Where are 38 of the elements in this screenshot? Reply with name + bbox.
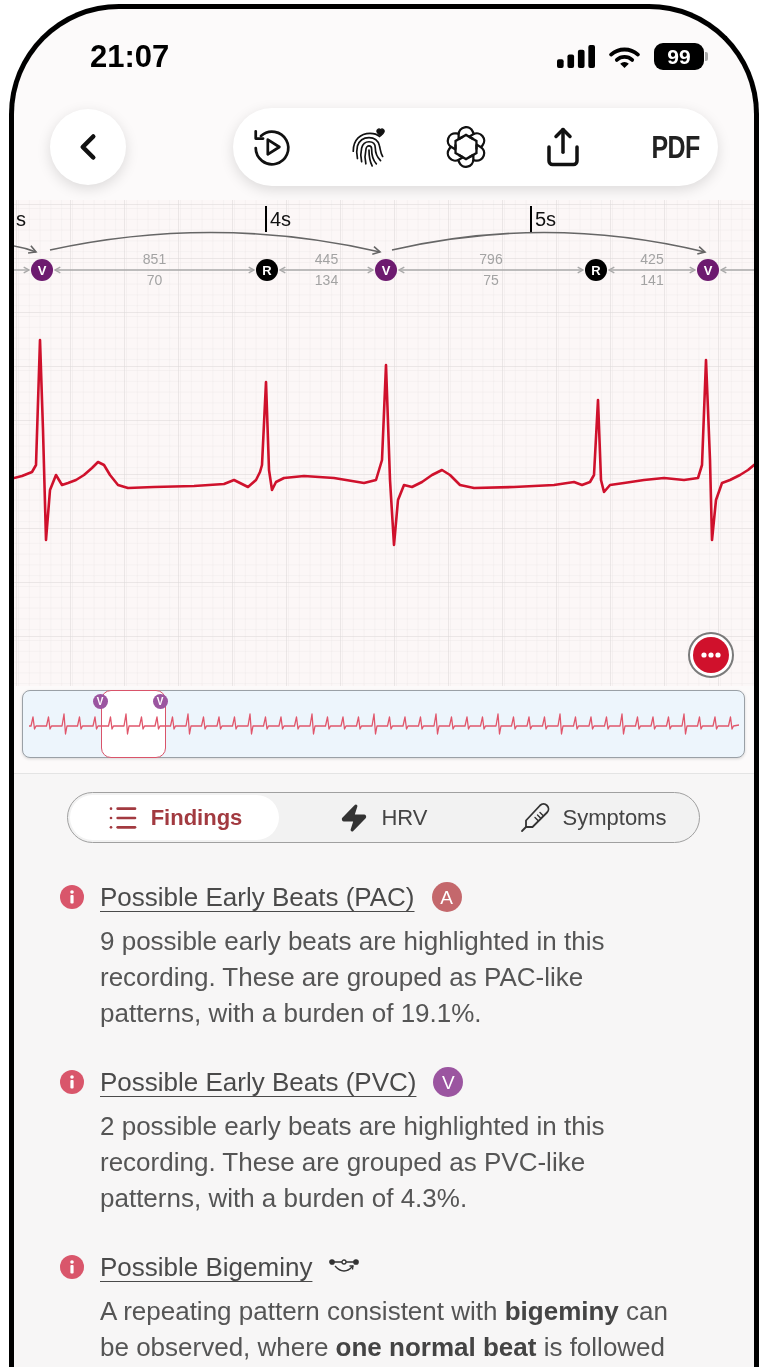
finding-description: 2 possible early beats are highlighted in this recording. These are grouped as PVC-like patterns, with a burden of 4.3%.: [100, 1110, 606, 1215]
tab[interactable]: Symptoms: [488, 795, 697, 840]
interval-value: 70: [146, 272, 163, 289]
finding-description: A repeating pattern consistent with bigeminy can be observed, where one normal beat is followed: [100, 1295, 669, 1364]
interval-value: 75: [483, 272, 499, 289]
finding-title-link[interactable]: Possible Bigeminy: [100, 1249, 313, 1285]
finding-title-link[interactable]: Possible Early Beats (PVC): [100, 1064, 417, 1100]
interval-value: 141: [640, 272, 664, 289]
status-time: 21:07: [90, 41, 170, 72]
finding-title-link[interactable]: Possible Early Beats (PAC): [100, 879, 415, 915]
tab[interactable]: HRV: [279, 795, 488, 840]
interval-value: 134: [314, 272, 339, 289]
time-label: 5s: [530, 206, 557, 232]
wifi-icon: [608, 45, 641, 68]
interval-value: 851: [142, 251, 167, 268]
interval-arrow: [14, 266, 31, 274]
flower-icon: [444, 126, 487, 168]
ellipsis-icon: [693, 637, 729, 673]
beat-marker: V: [92, 694, 108, 709]
rr-arc-arrow: [14, 245, 38, 254]
signal-icon: [557, 45, 595, 68]
flower-button[interactable]: [444, 126, 487, 168]
interval-arrow: [719, 266, 754, 274]
info-icon: [60, 1255, 84, 1279]
beat-type-badge: A: [431, 882, 462, 912]
battery-indicator: 99: [654, 43, 708, 70]
thermometer-icon: [518, 801, 551, 834]
time-label: s: [16, 207, 26, 232]
beat-type-badge: V: [433, 1067, 464, 1097]
interval-value: 425: [640, 251, 664, 268]
interval-value: 445: [314, 251, 339, 268]
pdf-button[interactable]: PDF: [651, 131, 700, 163]
tab[interactable]: Findings: [70, 795, 279, 840]
interval-value: 796: [479, 251, 503, 268]
info-icon: [60, 885, 84, 909]
time-label: 4s: [265, 206, 292, 232]
finding-description: 9 possible early beats are highlighted in this recording. These are grouped as PAC-like patterns, with a burden of 19.1%.: [100, 925, 606, 1030]
info-icon: [60, 1070, 84, 1094]
